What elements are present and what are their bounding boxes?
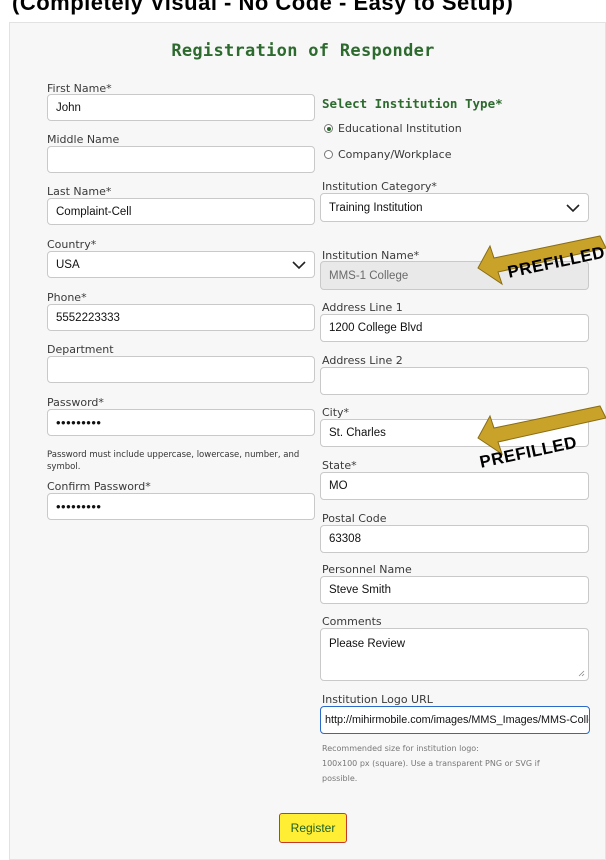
confirm-password-value: ••••••••• bbox=[56, 499, 102, 514]
postal-code-value: 63308 bbox=[329, 533, 361, 545]
radio-company-workplace[interactable]: Company/Workplace bbox=[324, 148, 452, 161]
register-button[interactable]: Register bbox=[279, 813, 347, 843]
institution-type-heading: Select Institution Type* bbox=[322, 96, 503, 111]
phone-label: Phone* bbox=[47, 291, 87, 304]
address2-input[interactable] bbox=[320, 367, 589, 395]
confirm-password-label: Confirm Password* bbox=[47, 480, 151, 493]
radio-unchecked-icon[interactable] bbox=[324, 150, 333, 159]
phone-input[interactable]: 5552223333 bbox=[47, 304, 315, 331]
phone-value: 5552223333 bbox=[56, 311, 120, 324]
address2-label: Address Line 2 bbox=[322, 354, 403, 367]
state-label: State* bbox=[322, 459, 357, 472]
department-input[interactable] bbox=[47, 356, 315, 383]
logo-size-note: Recommended size for institution logo: 1… bbox=[322, 742, 590, 786]
registration-page: (Completely Visual - No Code - Easy to S… bbox=[0, 0, 606, 860]
confirm-password-input[interactable]: ••••••••• bbox=[47, 493, 315, 520]
institution-name-value: MMS-1 College bbox=[329, 269, 409, 282]
state-value: MO bbox=[329, 480, 348, 492]
logo-url-label: Institution Logo URL bbox=[322, 693, 433, 706]
radio-company-label: Company/Workplace bbox=[338, 148, 452, 161]
country-label: Country* bbox=[47, 238, 97, 251]
institution-category-value: Training Institution bbox=[329, 201, 423, 214]
chevron-down-icon bbox=[292, 260, 306, 269]
logo-url-value: http://mihirmobile.com/images/MMS_Images… bbox=[325, 714, 589, 726]
institution-category-label: Institution Category* bbox=[322, 180, 437, 193]
comments-value: Please Review bbox=[329, 638, 406, 650]
first-name-value: John bbox=[56, 101, 81, 114]
state-input[interactable]: MO bbox=[320, 472, 589, 500]
postal-code-input[interactable]: 63308 bbox=[320, 525, 589, 553]
address1-input[interactable]: 1200 College Blvd bbox=[320, 314, 589, 342]
chevron-down-icon bbox=[566, 203, 580, 212]
resize-handle-icon[interactable] bbox=[578, 670, 585, 677]
logo-note-line-3: possible. bbox=[322, 773, 358, 783]
top-caption: (Completely Visual - No Code - Easy to S… bbox=[12, 0, 514, 15]
country-select[interactable]: USA bbox=[47, 251, 315, 278]
comments-textarea[interactable]: Please Review bbox=[320, 628, 589, 681]
institution-category-select[interactable]: Training Institution bbox=[320, 193, 589, 222]
city-value: St. Charles bbox=[329, 427, 386, 439]
radio-educational-label: Educational Institution bbox=[338, 122, 462, 135]
radio-educational-institution[interactable]: Educational Institution bbox=[324, 122, 462, 135]
form-title: Registration of Responder bbox=[171, 41, 435, 61]
last-name-value: Complaint-Cell bbox=[56, 205, 132, 218]
middle-name-input[interactable] bbox=[47, 146, 315, 173]
department-label: Department bbox=[47, 343, 114, 356]
radio-checked-icon[interactable] bbox=[324, 124, 333, 133]
postal-code-label: Postal Code bbox=[322, 512, 387, 525]
personnel-name-label: Personnel Name bbox=[322, 563, 412, 576]
personnel-name-input[interactable]: Steve Smith bbox=[320, 576, 589, 604]
comments-label: Comments bbox=[322, 615, 382, 628]
logo-note-line-2: 100x100 px (square). Use a transparent P… bbox=[322, 758, 540, 768]
last-name-input[interactable]: Complaint-Cell bbox=[47, 198, 315, 225]
logo-note-line-1: Recommended size for institution logo: bbox=[322, 744, 479, 753]
logo-url-input[interactable]: http://mihirmobile.com/images/MMS_Images… bbox=[320, 706, 590, 734]
password-hint: Password must include uppercase, lowerca… bbox=[47, 450, 300, 472]
password-label: Password* bbox=[47, 396, 104, 409]
middle-name-label: Middle Name bbox=[47, 133, 120, 146]
first-name-input[interactable]: John bbox=[47, 94, 315, 121]
country-value: USA bbox=[56, 258, 80, 271]
password-input[interactable]: ••••••••• bbox=[47, 409, 315, 436]
address1-label: Address Line 1 bbox=[322, 301, 403, 314]
password-value: ••••••••• bbox=[56, 415, 102, 430]
personnel-name-value: Steve Smith bbox=[329, 584, 391, 596]
last-name-label: Last Name* bbox=[47, 185, 112, 198]
address1-value: 1200 College Blvd bbox=[329, 322, 423, 334]
city-label: City* bbox=[322, 406, 350, 419]
